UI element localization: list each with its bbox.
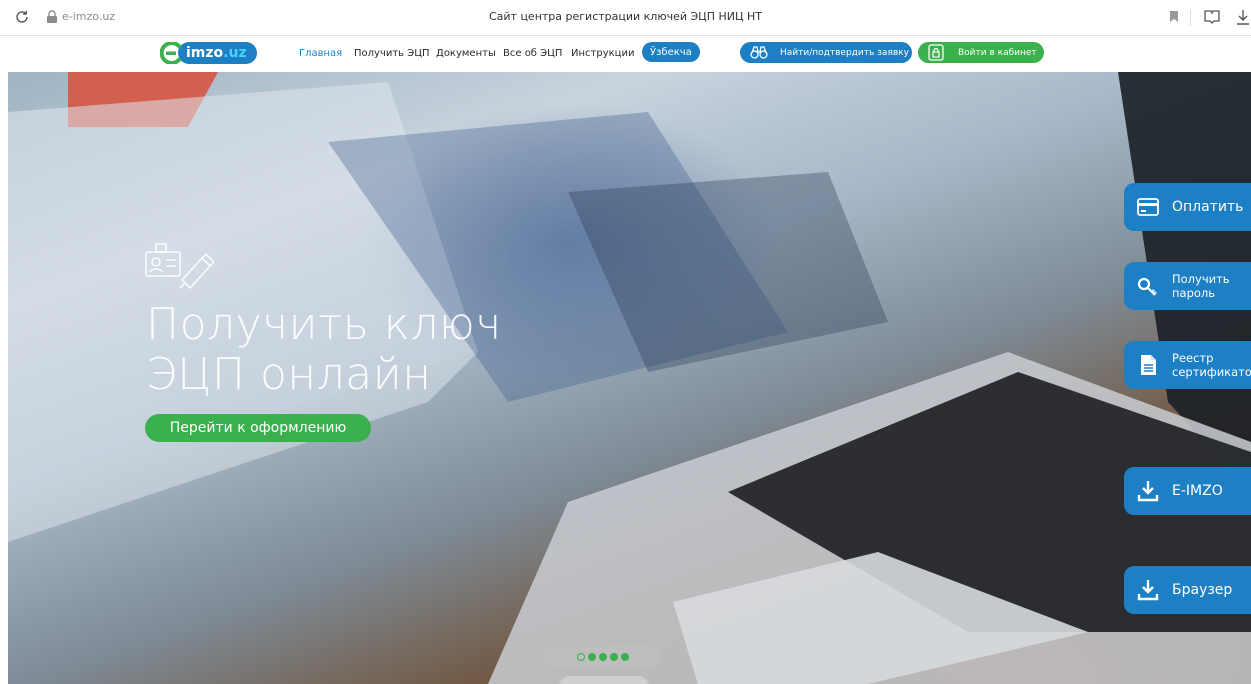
hero-title: Получить ключ ЭЦП онлайн	[146, 300, 502, 400]
lock-icon	[47, 10, 57, 23]
site-logo[interactable]: imzo .uz	[160, 42, 257, 64]
browser-page-title: Сайт центра регистрации ключей ЭЦП НИЦ Н…	[488, 10, 763, 23]
lock-door-icon	[928, 44, 944, 61]
find-application-label: Найти/подтвердить заявку	[780, 47, 909, 58]
side-tab-password-line2: пароль	[1172, 286, 1216, 300]
logo-wordmark: imzo .uz	[178, 42, 257, 64]
side-tab-registry-label: Реестр сертификатов	[1172, 351, 1251, 379]
side-tab-pay[interactable]: Оплатить	[1124, 183, 1251, 231]
download-icon[interactable]	[1236, 9, 1250, 25]
side-tab-eimzo-label: E-IMZO	[1172, 483, 1223, 499]
address-bar-url[interactable]: e-imzo.uz	[62, 10, 115, 23]
key-icon	[1137, 277, 1157, 296]
find-application-button[interactable]: Найти/подтвердить заявку	[740, 42, 912, 63]
nav-home[interactable]: Главная	[299, 48, 342, 59]
reload-icon[interactable]	[14, 9, 30, 25]
login-cabinet-label: Войти в кабинет	[958, 47, 1037, 58]
bookmark-icon[interactable]	[1170, 11, 1178, 22]
nav-get-signature[interactable]: Получить ЭЦП	[354, 48, 430, 59]
carousel-indicators	[545, 646, 661, 668]
language-switch[interactable]: Ўзбекча	[642, 42, 700, 62]
side-tab-get-password[interactable]: Получить пароль	[1124, 262, 1251, 310]
hero-slider: Получить ключ ЭЦП онлайн Перейти к оформ…	[8, 72, 1251, 684]
binoculars-icon	[750, 46, 768, 59]
document-icon	[1141, 355, 1156, 375]
side-tab-browser-label: Браузер	[1172, 582, 1233, 598]
hero-title-line2: ЭЦП онлайн	[146, 349, 432, 400]
nav-instructions[interactable]: Инструкции	[571, 48, 634, 59]
nav-documents[interactable]: Документы	[436, 48, 496, 59]
side-tab-password-line1: Получить	[1172, 272, 1230, 286]
browser-toolbar: e-imzo.uz Сайт центра регистрации ключей…	[0, 0, 1251, 36]
credit-card-icon	[1137, 198, 1159, 216]
hero-title-line1: Получить ключ	[146, 299, 502, 350]
side-tab-certificate-registry[interactable]: Реестр сертификатов	[1124, 341, 1251, 389]
toolbar-divider	[1190, 10, 1191, 26]
carousel-dot-1[interactable]	[577, 653, 585, 661]
id-card-usb-icon	[145, 243, 214, 290]
carousel-tab-handle[interactable]	[559, 676, 649, 684]
carousel-dot-4[interactable]	[610, 653, 618, 661]
reader-mode-icon[interactable]	[1203, 8, 1221, 26]
download-icon	[1137, 481, 1159, 502]
logo-e-icon	[160, 42, 182, 64]
carousel-dot-2[interactable]	[588, 653, 596, 661]
nav-about-signature[interactable]: Все об ЭЦП	[503, 48, 562, 59]
side-tab-password-label: Получить пароль	[1172, 272, 1230, 300]
side-tab-browser-download[interactable]: Браузер	[1124, 566, 1251, 614]
side-tab-registry-line2: сертификатов	[1172, 365, 1251, 379]
side-tab-registry-line1: Реестр	[1172, 351, 1214, 365]
carousel-dot-3[interactable]	[599, 653, 607, 661]
login-cabinet-button[interactable]: Войти в кабинет	[918, 42, 1044, 63]
logo-suffix: .uz	[223, 45, 247, 61]
side-tab-eimzo-download[interactable]: E-IMZO	[1124, 467, 1251, 515]
side-tab-pay-label: Оплатить	[1172, 199, 1244, 215]
carousel-dot-5[interactable]	[621, 653, 629, 661]
download-icon	[1137, 580, 1159, 601]
logo-prefix: imzo	[186, 45, 224, 61]
start-application-button[interactable]: Перейти к оформлению	[145, 414, 371, 442]
